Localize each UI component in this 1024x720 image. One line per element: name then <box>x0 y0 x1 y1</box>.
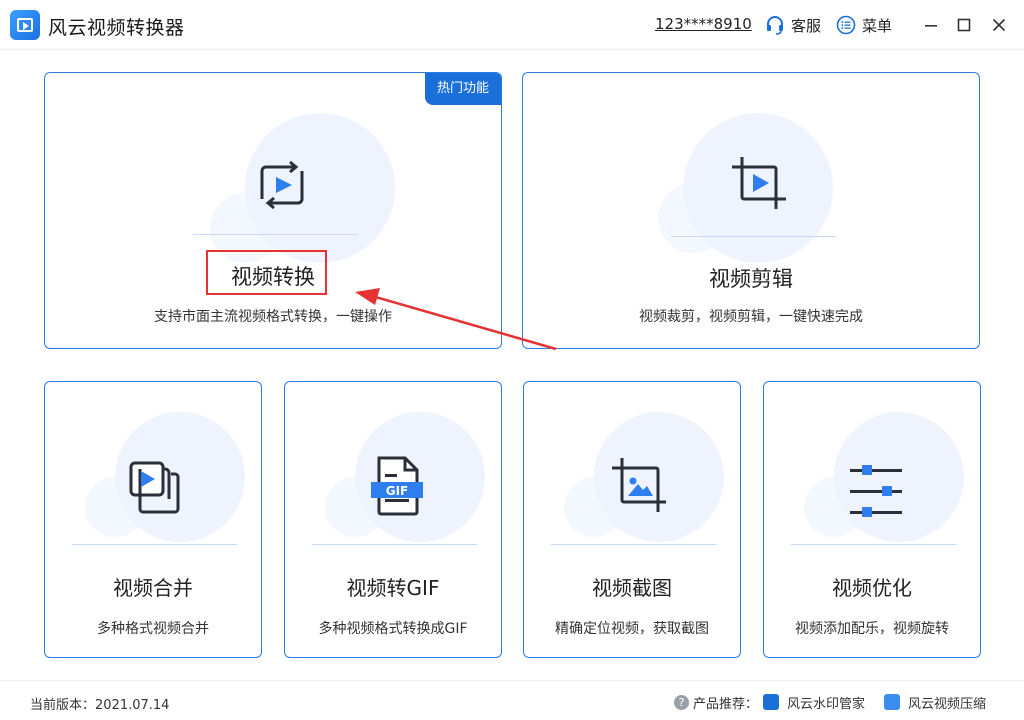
footer-bar: 当前版本：2021.07.14 ? 产品推荐： 风云水印管家 风云视频压缩 <box>0 680 1024 720</box>
recommend-label: 产品推荐： <box>693 696 759 712</box>
decor-baseline <box>671 236 836 237</box>
card-description: 多种格式视频合并 <box>97 621 209 637</box>
customer-service-button[interactable]: 客服 <box>765 14 821 36</box>
help-icon: ? <box>674 694 689 710</box>
zip-file-icon <box>884 694 900 710</box>
decor-baseline <box>193 234 358 235</box>
card-title: 视频转GIF <box>346 576 440 600</box>
card-description: 支持市面主流视频格式转换，一键操作 <box>154 309 392 325</box>
watermark-manager-link[interactable]: 风云水印管家 <box>763 693 866 712</box>
recommend-link-label: 风云视频压缩 <box>908 696 987 712</box>
sliders-icon <box>850 465 902 517</box>
menu-list-icon <box>836 15 856 35</box>
menu-label: 菜单 <box>862 16 893 35</box>
card-description: 精确定位视频，获取截图 <box>555 621 709 637</box>
decor-baseline <box>72 544 237 545</box>
version-label: 当前版本：2021.07.14 <box>30 698 170 713</box>
stacked-play-icon <box>129 461 180 514</box>
card-title: 视频优化 <box>832 576 912 600</box>
annotation-highlight-box <box>206 250 327 295</box>
product-recommend: ? 产品推荐： <box>674 693 759 712</box>
gif-icon-text: GIF <box>386 484 409 498</box>
minimize-button[interactable] <box>920 14 942 36</box>
video-merge-card[interactable]: 视频合并 多种格式视频合并 <box>44 381 262 658</box>
decor-blob <box>658 183 728 253</box>
maximize-icon <box>957 18 971 32</box>
gif-file-icon: GIF <box>371 456 423 516</box>
decor-baseline <box>312 544 477 545</box>
card-title: 视频合并 <box>113 576 193 600</box>
card-description: 视频裁剪，视频剪辑，一键快速完成 <box>639 309 863 325</box>
video-optimize-card[interactable]: 视频优化 视频添加配乐，视频旋转 <box>763 381 981 658</box>
hot-feature-badge: 热门功能 <box>425 73 501 105</box>
card-description: 视频添加配乐，视频旋转 <box>795 621 949 637</box>
customer-service-label: 客服 <box>791 16 822 35</box>
decor-baseline <box>791 544 956 545</box>
video-screenshot-card[interactable]: 视频截图 精确定位视频，获取截图 <box>523 381 741 658</box>
crop-play-icon <box>732 157 786 209</box>
decor-baseline <box>551 544 716 545</box>
close-icon <box>992 18 1006 32</box>
maximize-button[interactable] <box>953 14 975 36</box>
menu-button[interactable]: 菜单 <box>836 14 892 36</box>
account-link[interactable]: 123****8910 <box>655 15 752 33</box>
video-compress-link[interactable]: 风云视频压缩 <box>884 693 987 712</box>
video-convert-card[interactable]: 热门功能 视频转换 支持市面主流视频格式转换，一键操作 <box>44 72 502 349</box>
app-logo-icon <box>10 10 40 40</box>
app-title: 风云视频转换器 <box>48 17 185 39</box>
headset-icon <box>767 16 783 35</box>
minimize-icon <box>925 25 937 27</box>
crop-image-icon <box>612 458 666 512</box>
convert-play-icon <box>260 160 304 210</box>
video-edit-card[interactable]: 视频剪辑 视频裁剪，视频剪辑，一键快速完成 <box>522 72 980 349</box>
title-bar: 风云视频转换器 123****8910 客服 菜单 <box>0 0 1024 50</box>
card-title: 视频截图 <box>592 576 672 600</box>
recommend-link-label: 风云水印管家 <box>787 696 866 712</box>
card-description: 多种视频格式转换成GIF <box>318 621 468 637</box>
close-button[interactable] <box>988 14 1010 36</box>
card-title: 视频剪辑 <box>709 267 793 291</box>
video-to-gif-card[interactable]: GIF 视频转GIF 多种视频格式转换成GIF <box>284 381 502 658</box>
eraser-icon <box>763 694 779 710</box>
